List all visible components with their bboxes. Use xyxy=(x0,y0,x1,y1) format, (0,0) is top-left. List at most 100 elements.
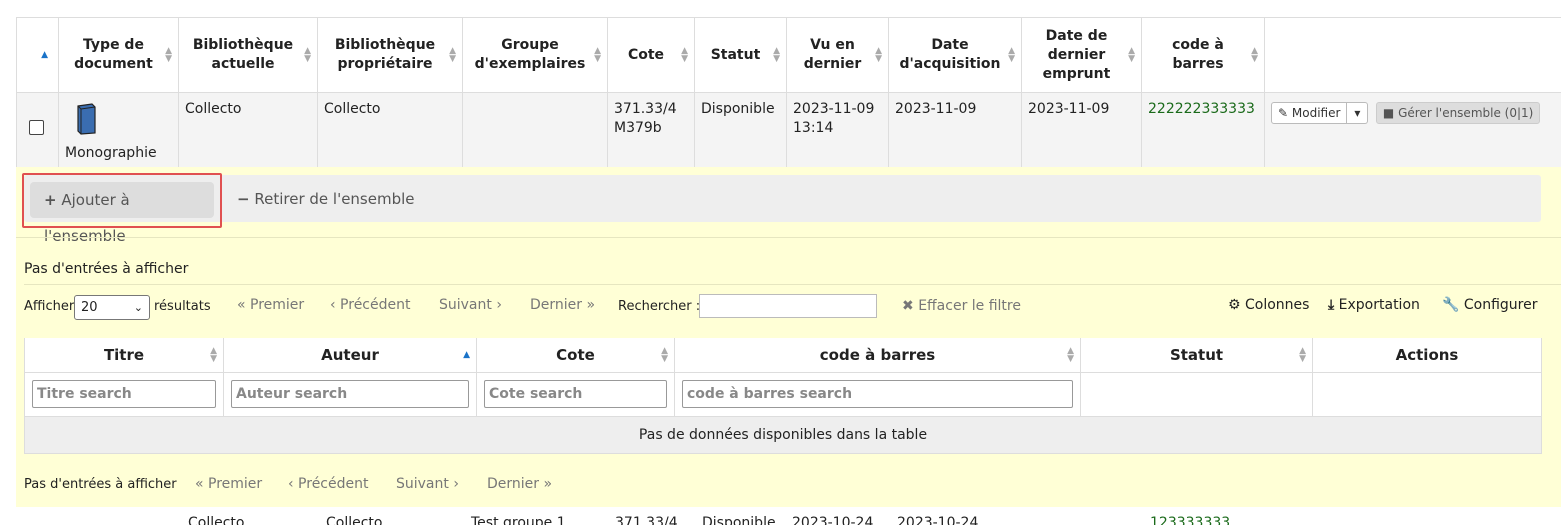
cell-groupe xyxy=(462,92,608,168)
export-button[interactable]: ⤓ Exportation xyxy=(1328,297,1420,313)
code-barres-search-input[interactable]: code à barres search xyxy=(682,380,1073,408)
sort-icon: ▲ ▼ xyxy=(304,46,311,64)
pagination-next[interactable]: Suivant › xyxy=(439,297,502,313)
cell-date-acquisition: 2023-11-09 xyxy=(888,92,1022,168)
titre-search-input[interactable]: Titre search xyxy=(32,380,216,408)
chevron-down-icon: ⌄ xyxy=(133,301,143,314)
cell-code-barres[interactable]: 123333333 xyxy=(1150,515,1230,525)
close-icon: ✖ xyxy=(902,298,914,314)
sort-icon: ▲ ▼ xyxy=(1128,46,1135,64)
pagination-last-bottom[interactable]: Dernier » xyxy=(487,476,552,492)
header-code-barres[interactable]: code à barres ▲ ▼ xyxy=(674,338,1081,372)
cell-actions: ✎ Modifier ▾ ■ Gérer l'ensemble (0|1) xyxy=(1264,92,1561,168)
header-type-document[interactable]: Type de document ▲ ▼ xyxy=(58,17,179,93)
filter-cell xyxy=(1312,371,1542,417)
divider xyxy=(16,237,1561,238)
pagination-next-bottom[interactable]: Suivant › xyxy=(396,476,459,492)
cell-type: Monographie xyxy=(58,92,179,168)
header-date-acquisition[interactable]: Date d'acquisition ▲ ▼ xyxy=(888,17,1022,93)
bundle-toolbar: + Ajouter à l'ensemble − Retirer de l'en… xyxy=(22,173,1541,245)
show-label: Afficher xyxy=(24,299,75,314)
bundle-items-table: Titre ▲ ▼ Auteur ▲ Cote ▲ ▼ code à barres ▲ ▼ S… xyxy=(24,338,1542,454)
table-controls: Afficher 20 ⌄ résultats « Premier ‹ Précé… xyxy=(24,293,1541,323)
cell-bib-proprietaire: Collecto xyxy=(317,92,463,168)
row-checkbox-cell xyxy=(16,92,59,168)
sort-icon: ▲ ▼ xyxy=(681,46,688,64)
header-actions xyxy=(1264,17,1561,93)
header-code-barres[interactable]: code à barres ▲ ▼ xyxy=(1141,17,1265,93)
sort-icon: ▲ ▼ xyxy=(1299,345,1306,364)
header-bib-actuelle[interactable]: Bibliothèque actuelle ▲ ▼ xyxy=(178,17,318,93)
cell-date-acquisition: 2023-10-24 xyxy=(897,515,979,525)
filter-cell: Cote search xyxy=(476,371,675,417)
header-actions: Actions xyxy=(1312,338,1542,372)
header-cote[interactable]: Cote ▲ ▼ xyxy=(476,338,675,372)
pagination-previous[interactable]: ‹ Précédent xyxy=(330,297,410,313)
pagination-previous-bottom[interactable]: ‹ Précédent xyxy=(288,476,368,492)
header-statut[interactable]: Statut ▲ ▼ xyxy=(694,17,787,93)
cell-groupe: Test groupe 1 xyxy=(471,515,566,525)
header-auteur[interactable]: Auteur ▲ xyxy=(223,338,477,372)
bundle-panel: + Ajouter à l'ensemble − Retirer de l'en… xyxy=(16,167,1561,507)
sort-asc-icon: ▲ xyxy=(463,349,470,360)
header-bib-proprietaire[interactable]: Bibliothèque propriétaire ▲ ▼ xyxy=(317,17,463,93)
download-icon: ⤓ xyxy=(1328,297,1335,313)
table-info-top: Pas d'entrées à afficher xyxy=(24,261,189,277)
results-label: résultats xyxy=(154,299,211,314)
cell-vu-dernier: 2023-10-24 xyxy=(792,515,874,525)
select-column-header[interactable]: ▲ xyxy=(16,17,59,93)
remove-from-bundle-button[interactable]: − Retirer de l'ensemble xyxy=(237,190,415,208)
pagination-first-bottom[interactable]: « Premier xyxy=(195,476,262,492)
empty-row: Pas de données disponibles dans la table xyxy=(24,415,1542,454)
gerer-ensemble-button[interactable]: ■ Gérer l'ensemble (0|1) xyxy=(1375,102,1541,124)
search-label: Rechercher : xyxy=(618,299,701,314)
modifier-button[interactable]: ✎ Modifier xyxy=(1271,102,1348,124)
cell-bib-proprietaire: Collecto xyxy=(326,515,383,525)
sort-asc-icon: ▲ xyxy=(41,50,48,60)
divider xyxy=(24,284,1561,285)
pagination-last[interactable]: Dernier » xyxy=(530,297,595,313)
folder-icon: ■ xyxy=(1382,106,1395,120)
caret-down-icon: ▾ xyxy=(1354,106,1361,120)
sort-icon: ▲ ▼ xyxy=(1008,46,1015,64)
columns-button[interactable]: ⚙ Colonnes xyxy=(1228,297,1309,313)
filter-cell: code à barres search xyxy=(674,371,1081,417)
auteur-search-input[interactable]: Auteur search xyxy=(231,380,469,408)
cell-code-barres[interactable]: 222222333333 xyxy=(1141,92,1265,168)
sort-icon: ▲ ▼ xyxy=(875,46,882,64)
sort-icon: ▲ ▼ xyxy=(449,46,456,64)
table-row: Monographie Collecto Collecto 371.33/4 M… xyxy=(16,92,1561,168)
search-input[interactable] xyxy=(699,294,877,318)
filter-cell: Titre search xyxy=(24,371,224,417)
cell-date-emprunt: 2023-11-09 xyxy=(1021,92,1142,168)
cell-bib-actuelle: Collecto xyxy=(178,92,318,168)
header-titre[interactable]: Titre ▲ ▼ xyxy=(24,338,224,372)
table-row-partial: Collecto Collecto Test groupe 1 371.33/4… xyxy=(16,507,1561,525)
pagination-first[interactable]: « Premier xyxy=(237,297,304,313)
cote-search-input[interactable]: Cote search xyxy=(484,380,667,408)
add-to-bundle-button[interactable]: + Ajouter à l'ensemble xyxy=(30,182,214,245)
sort-icon: ▲ ▼ xyxy=(210,345,217,364)
header-vu-dernier[interactable]: Vu en dernier ▲ ▼ xyxy=(786,17,889,93)
sort-icon: ▲ ▼ xyxy=(1251,46,1258,64)
configure-button[interactable]: 🔧 Configurer xyxy=(1442,297,1538,313)
filter-row: Titre search Auteur search Cote search c… xyxy=(24,371,1542,417)
plus-icon: + xyxy=(44,191,57,209)
header-statut[interactable]: Statut ▲ ▼ xyxy=(1080,338,1313,372)
page-size-select[interactable]: 20 ⌄ xyxy=(74,295,150,320)
header-date-emprunt[interactable]: Date de dernier emprunt ▲ ▼ xyxy=(1021,17,1142,93)
row-checkbox[interactable] xyxy=(29,119,44,135)
sort-icon: ▲ ▼ xyxy=(661,345,668,364)
clear-filter-button[interactable]: ✖ Effacer le filtre xyxy=(902,298,1021,314)
minus-icon: − xyxy=(237,190,250,208)
header-groupe[interactable]: Groupe d'exemplaires ▲ ▼ xyxy=(462,17,608,93)
cell-statut: Disponible xyxy=(694,92,787,168)
sort-icon: ▲ ▼ xyxy=(773,46,780,64)
modifier-dropdown-toggle[interactable]: ▾ xyxy=(1347,102,1369,124)
wrench-icon: 🔧 xyxy=(1442,297,1460,313)
sort-icon: ▲ ▼ xyxy=(594,46,601,64)
pencil-icon: ✎ xyxy=(1278,106,1289,120)
header-cote[interactable]: Cote ▲ ▼ xyxy=(607,17,695,93)
sort-icon: ▲ ▼ xyxy=(1067,345,1074,364)
gear-icon: ⚙ xyxy=(1228,297,1241,313)
